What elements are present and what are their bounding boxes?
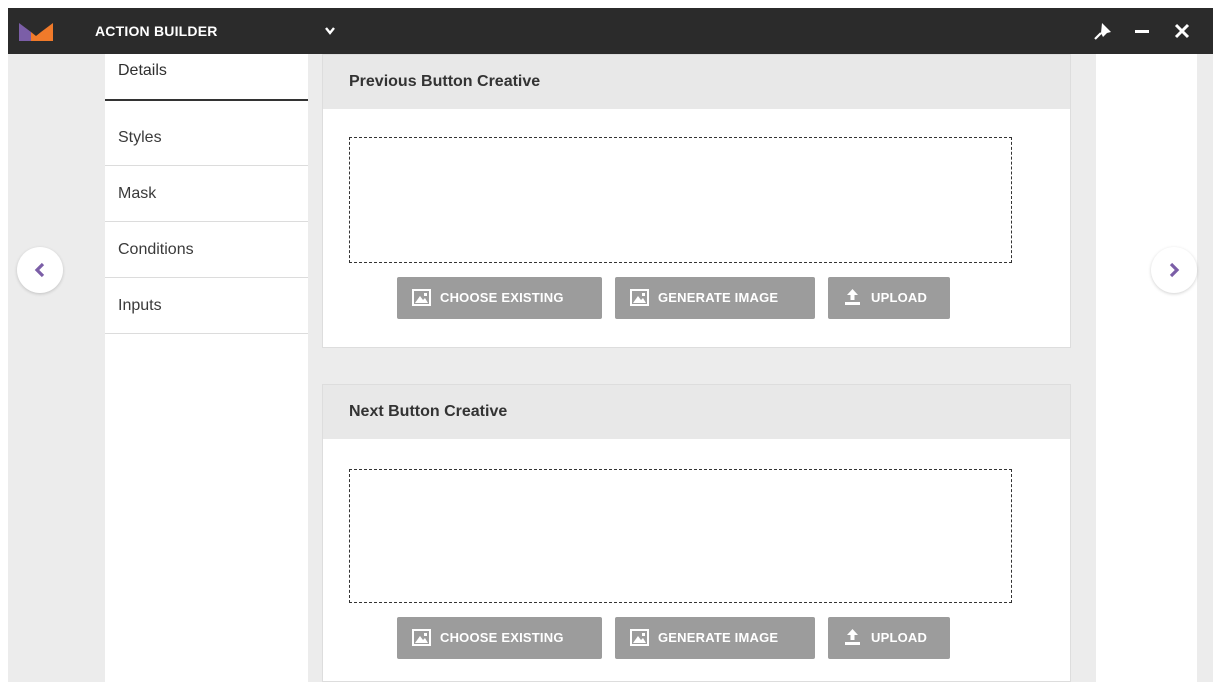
tab-label: Mask — [118, 185, 157, 202]
panel-header: Next Button Creative — [323, 385, 1070, 439]
panel-header: Previous Button Creative — [323, 55, 1070, 109]
button-label: CHOOSE EXISTING — [440, 290, 564, 305]
right-edge — [1197, 54, 1213, 682]
image-icon — [412, 289, 431, 306]
right-strip — [1096, 54, 1197, 682]
upload-button[interactable]: UPLOAD — [828, 277, 950, 319]
app-window: ACTION BUILDER Details Styles Mask Condi… — [8, 8, 1213, 682]
button-label: CHOOSE EXISTING — [440, 630, 564, 645]
button-label: UPLOAD — [871, 630, 928, 645]
tab-label: Details — [118, 62, 167, 79]
next-button-creative-panel: Next Button Creative CHOOSE EXISTING GEN… — [322, 384, 1071, 682]
chevron-left-icon — [34, 262, 45, 278]
title-bar: ACTION BUILDER — [8, 8, 1213, 54]
upload-icon — [845, 629, 860, 645]
next-arrow-button[interactable] — [1151, 247, 1197, 293]
tab-label: Inputs — [118, 297, 162, 314]
tab-mask[interactable]: Mask — [105, 166, 308, 222]
minimize-icon[interactable] — [1132, 21, 1152, 41]
generate-image-button[interactable]: GENERATE IMAGE — [615, 277, 815, 319]
close-icon[interactable] — [1172, 21, 1192, 41]
previous-arrow-button[interactable] — [17, 247, 63, 293]
choose-existing-button[interactable]: CHOOSE EXISTING — [397, 277, 602, 319]
tab-conditions[interactable]: Conditions — [105, 222, 308, 278]
panel-title: Previous Button Creative — [349, 73, 541, 90]
image-icon — [630, 289, 649, 306]
pin-icon[interactable] — [1093, 21, 1113, 41]
image-drop-zone[interactable] — [349, 469, 1012, 603]
upload-button[interactable]: UPLOAD — [828, 617, 950, 659]
upload-icon — [845, 289, 860, 305]
button-label: GENERATE IMAGE — [658, 630, 779, 645]
panel-title: Next Button Creative — [349, 403, 508, 420]
image-icon — [412, 629, 431, 646]
previous-button-creative-panel: Previous Button Creative CHOOSE EXISTING… — [322, 54, 1071, 348]
tab-inputs[interactable]: Inputs — [105, 278, 308, 334]
tab-details[interactable]: Details — [105, 54, 308, 101]
main-content: Previous Button Creative CHOOSE EXISTING… — [308, 54, 1096, 682]
button-label: UPLOAD — [871, 290, 928, 305]
left-gutter — [8, 54, 105, 682]
generate-image-button[interactable]: GENERATE IMAGE — [615, 617, 815, 659]
brand-logo-icon — [19, 23, 53, 41]
chevron-down-icon[interactable] — [323, 25, 337, 37]
choose-existing-button[interactable]: CHOOSE EXISTING — [397, 617, 602, 659]
tab-styles[interactable]: Styles — [105, 110, 308, 166]
image-drop-zone[interactable] — [349, 137, 1012, 263]
button-label: GENERATE IMAGE — [658, 290, 779, 305]
app-title: ACTION BUILDER — [95, 23, 218, 39]
chevron-right-icon — [1169, 262, 1180, 278]
sidebar-tabs: Details Styles Mask Conditions Inputs — [105, 54, 308, 682]
tab-label: Conditions — [118, 241, 194, 258]
image-icon — [630, 629, 649, 646]
tab-label: Styles — [118, 129, 162, 146]
